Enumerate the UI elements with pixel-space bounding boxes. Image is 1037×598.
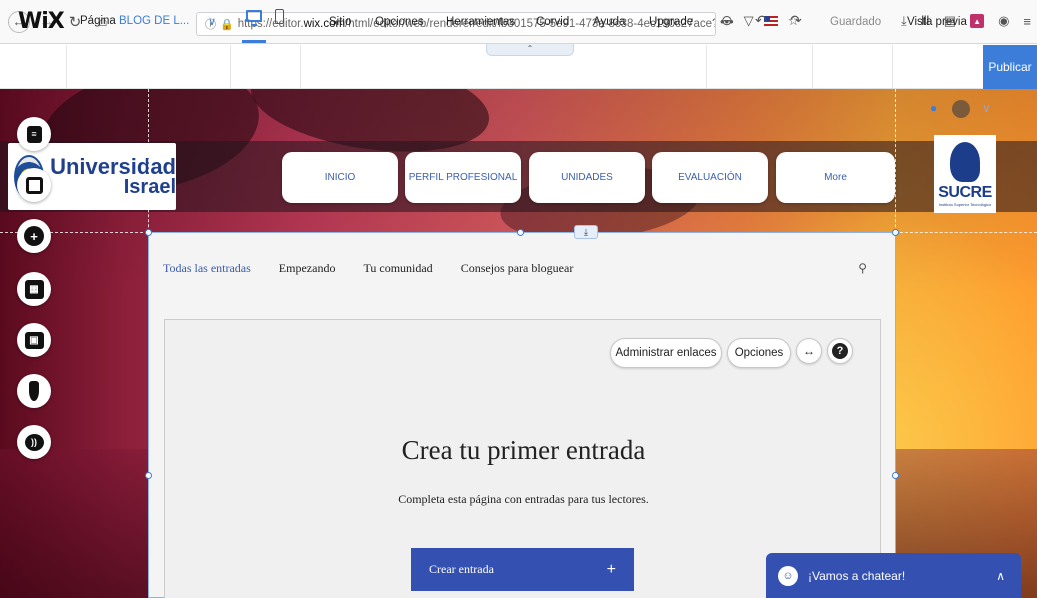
manage-links-button[interactable]: Administrar enlaces [610, 338, 722, 368]
download-icon[interactable]: ⤓ [901, 13, 907, 29]
divider [812, 45, 813, 89]
page-selector[interactable]: Página BLOG DE L... [80, 15, 189, 27]
add-apps-button[interactable]: ▦ [17, 272, 51, 306]
resize-handle[interactable] [517, 229, 524, 236]
apps-grid-icon: ▦ [24, 279, 44, 299]
account-icon[interactable]: ◉ [998, 13, 1009, 29]
smiley-icon: ☺ [778, 565, 798, 586]
notification-bell-icon[interactable]: ● [930, 101, 937, 115]
desktop-view-icon[interactable] [246, 10, 262, 26]
site-nav-perfil[interactable]: PERFIL PROFESIONAL [405, 152, 521, 203]
sucre-subtitle: Instituto Superior Tecnológico [938, 202, 992, 207]
plus-icon: + [24, 226, 44, 246]
blog-tab-comunidad[interactable]: Tu comunidad [363, 261, 432, 276]
options-button[interactable]: Opciones [727, 338, 791, 368]
resize-handle[interactable] [145, 472, 152, 479]
divider [892, 45, 893, 89]
menu-herramientas[interactable]: Herramientas [446, 16, 515, 28]
undo-icon[interactable]: ↶ [755, 12, 767, 29]
pocket-icon[interactable]: ▽ [744, 13, 754, 29]
wix-logo[interactable]: WiX [18, 9, 65, 34]
mobile-view-icon[interactable] [275, 9, 284, 24]
menu-ayuda[interactable]: Ayuda [593, 16, 625, 28]
divider [230, 45, 231, 89]
menu-sitio[interactable]: Sitio [329, 16, 351, 28]
site-nav-unidades[interactable]: UNIDADES [529, 152, 645, 203]
media-button[interactable]: ▣ [17, 323, 51, 357]
chat-label: ¡Vamos a chatear! [808, 568, 906, 583]
help-icon[interactable]: ? [827, 338, 853, 364]
menu-icon[interactable]: ≡ [1023, 14, 1031, 29]
blog-widget[interactable]: Todas las entradas Empezando Tu comunida… [148, 232, 896, 598]
resize-handle[interactable] [145, 229, 152, 236]
logo-line1: Universidad [50, 153, 176, 179]
pages-icon: ≡ [26, 125, 42, 143]
editor-canvas: Universidad Israel INICIO PERFIL PROFESI… [0, 89, 1037, 598]
stretch-icon[interactable]: ↔ [796, 338, 822, 364]
sucre-logo[interactable]: SUCRE Instituto Superior Tecnológico [934, 135, 996, 213]
blog-tab-empezando[interactable]: Empezando [279, 261, 336, 276]
chevron-down-icon[interactable]: ∨ [208, 15, 216, 28]
section-guide [895, 232, 1037, 233]
redo-icon[interactable]: ↷ [790, 12, 802, 29]
zoom-out-icon[interactable]: ⊖ [721, 12, 733, 29]
chat-settings-button[interactable]: )) [17, 425, 51, 459]
blog-tab-consejos[interactable]: Consejos para bloguear [461, 261, 574, 276]
create-post-button[interactable]: Crear entrada + [411, 548, 634, 591]
section-anchor-icon[interactable]: ⤓ [574, 225, 598, 239]
publish-button[interactable]: Publicar [983, 45, 1037, 89]
menu-corvid[interactable]: Corvid [536, 16, 569, 28]
extension-icon[interactable]: ▲ [970, 14, 985, 28]
page-name: BLOG DE L... [119, 15, 190, 27]
lock-icon[interactable]: 🔒 [220, 18, 234, 31]
resize-handle[interactable] [892, 229, 899, 236]
pages-menu-button[interactable]: ≡ [17, 117, 51, 151]
background-icon [25, 176, 43, 194]
add-button[interactable]: + [17, 219, 51, 253]
sucre-text: SUCRE [938, 184, 992, 201]
create-post-label: Crear entrada [429, 562, 494, 576]
saved-status: Guardado [830, 16, 882, 28]
collapse-toolbar-handle[interactable]: ⌃ [486, 44, 574, 56]
menu-upgrade[interactable]: Upgrade [649, 16, 693, 28]
chevron-up-icon[interactable]: ∧ [996, 569, 1005, 583]
chat-bar[interactable]: ☺ ¡Vamos a chatear! ∧ [766, 553, 1021, 598]
site-nav-inicio[interactable]: INICIO [282, 152, 398, 203]
blog-tab-all[interactable]: Todas las entradas [163, 261, 251, 276]
background-button[interactable] [17, 168, 51, 202]
divider [66, 45, 67, 89]
chevron-down-icon[interactable]: ∨ [982, 101, 991, 115]
blog-search-icon[interactable]: ⚲ [858, 261, 867, 275]
speech-bubble-icon: )) [24, 433, 44, 451]
sucre-profile-icon [950, 142, 980, 182]
divider [706, 45, 707, 89]
plus-icon: + [606, 560, 616, 578]
resize-handle[interactable] [892, 472, 899, 479]
empty-subtitle: Completa esta página con entradas para t… [398, 492, 649, 506]
empty-title: Crea tu primer entrada [401, 435, 646, 465]
desktop-active-indicator [242, 40, 266, 43]
site-nav-more[interactable]: More [776, 152, 895, 203]
menu-opciones[interactable]: Opciones [375, 16, 424, 28]
pen-nib-icon [29, 381, 39, 401]
page-label: Página [80, 15, 116, 27]
logo-line2: Israel [123, 175, 176, 198]
media-icon: ▣ [24, 331, 44, 349]
avatar[interactable] [952, 100, 970, 118]
site-nav-evaluacion[interactable]: EVALUACIÓN [652, 152, 768, 203]
blog-manager-button[interactable] [17, 374, 51, 408]
preview-button[interactable]: Vista previa [907, 16, 967, 28]
divider [300, 45, 301, 89]
